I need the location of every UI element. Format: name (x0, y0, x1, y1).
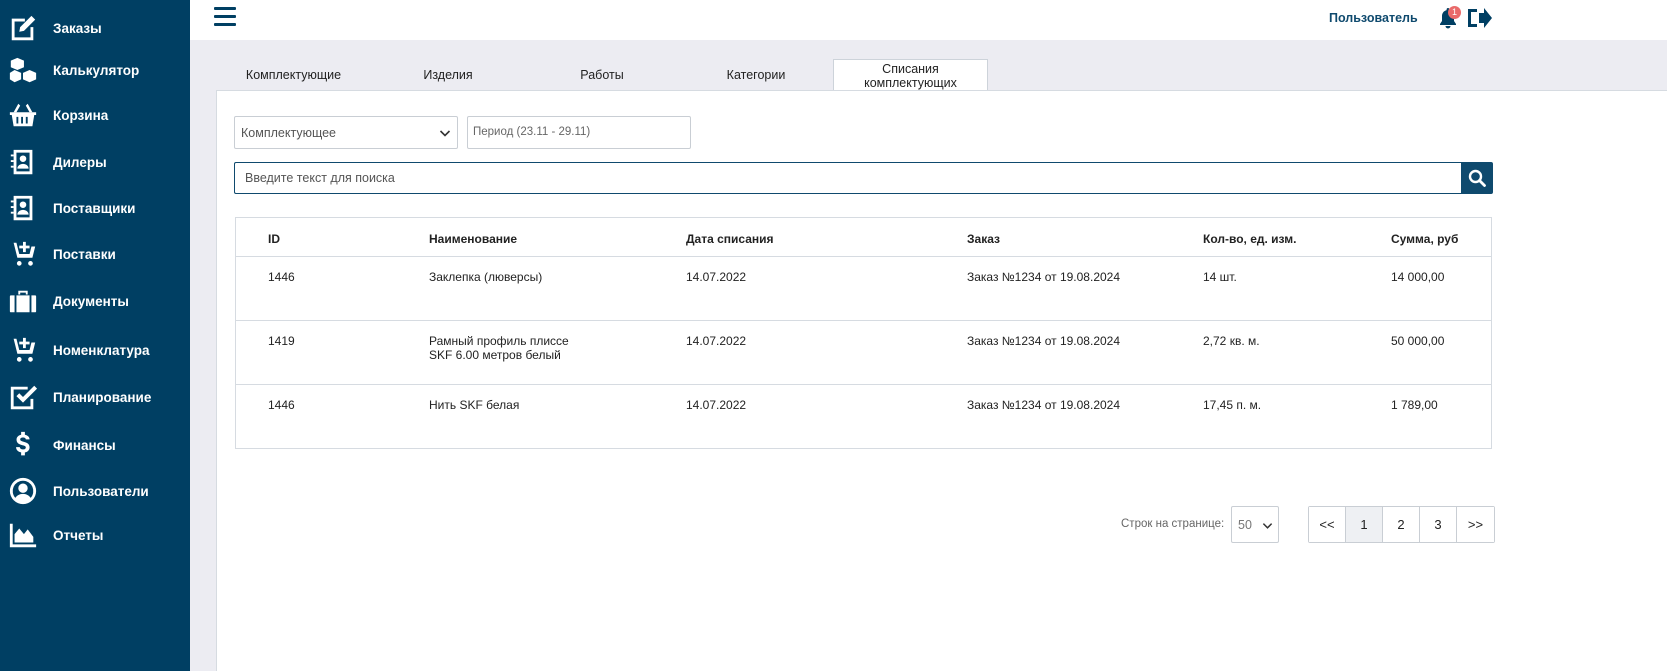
page-first-button[interactable]: << (1309, 507, 1346, 542)
sidebar-item-nomenclature[interactable]: Номенклатура (0, 330, 190, 370)
column-header[interactable]: Заказ (967, 232, 1000, 246)
logout-button[interactable] (1466, 6, 1492, 30)
contact-book-icon (7, 192, 39, 224)
sidebar-item-planning[interactable]: Планирование (0, 377, 190, 417)
cell-date: 14.07.2022 (686, 270, 747, 284)
search-input[interactable] (234, 162, 1463, 194)
table-row[interactable]: 1446 Заклепка (люверсы) 14.07.2022 Заказ… (236, 257, 1491, 321)
tab-components[interactable]: Комплектующие (216, 59, 371, 91)
cell-date: 14.07.2022 (686, 334, 747, 348)
component-select[interactable]: Комплектующее (234, 116, 458, 149)
contact-book-icon (7, 146, 39, 178)
sidebar-item-label: Пользователи (53, 483, 149, 499)
user-circle-icon (7, 475, 39, 507)
column-header[interactable]: Дата списания (686, 232, 774, 246)
sidebar-item-suppliers[interactable]: Поставщики (0, 188, 190, 228)
pagination: << 1 2 3 >> (1308, 506, 1495, 543)
cell-name: Рамный профиль плиссе SKF 6.00 метров бе… (429, 334, 569, 362)
column-header[interactable]: Наименование (429, 232, 517, 246)
sidebar-item-users[interactable]: Пользователи (0, 471, 190, 511)
logout-icon (1468, 8, 1492, 28)
suitcase-icon (7, 285, 39, 317)
search-button[interactable] (1461, 162, 1493, 194)
notifications-button[interactable]: 1 (1438, 6, 1461, 31)
sidebar-item-label: Калькулятор (53, 62, 140, 78)
cart-plus-icon (7, 334, 39, 366)
chevron-down-icon (1262, 523, 1273, 529)
dollar-icon (7, 429, 39, 461)
sidebar-item-label: Дилеры (53, 154, 107, 170)
table-row[interactable]: 1419 Рамный профиль плиссе SKF 6.00 метр… (236, 321, 1491, 385)
sidebar-item-label: Корзина (53, 107, 109, 123)
column-header[interactable]: Кол-во, ед. изм. (1203, 232, 1296, 246)
sidebar-item-deliveries[interactable]: Поставки (0, 234, 190, 274)
sidebar-item-finance[interactable]: Финансы (0, 425, 190, 465)
cell-date: 14.07.2022 (686, 398, 747, 412)
sidebar-item-label: Документы (53, 293, 129, 309)
sidebar: Заказы Калькулятор Корзина Дилеры Постав… (0, 0, 190, 671)
cell-order: Заказ №1234 от 19.08.2024 (967, 270, 1121, 284)
cell-id: 1446 (268, 270, 295, 284)
tab-component-writeoffs[interactable]: Списания комплектующих (833, 59, 988, 92)
column-header[interactable]: ID (268, 232, 280, 246)
cell-quantity: 17,45 п. м. (1203, 398, 1262, 412)
component-select-value: Комплектующее (241, 126, 336, 140)
sidebar-item-label: Поставки (53, 246, 116, 262)
tab-categories[interactable]: Категории (679, 59, 833, 91)
tab-products[interactable]: Изделия (371, 59, 525, 91)
sidebar-item-label: Финансы (53, 437, 116, 453)
pencil-square-icon (7, 12, 39, 44)
area-chart-icon (7, 519, 39, 551)
sidebar-item-dealers[interactable]: Дилеры (0, 142, 190, 182)
page-last-button[interactable]: >> (1457, 507, 1494, 542)
cell-name: Заклепка (люверсы) (429, 270, 543, 284)
cell-name: Нить SKF белая (429, 398, 520, 412)
cell-id: 1419 (268, 334, 295, 348)
tab-works[interactable]: Работы (525, 59, 679, 91)
sidebar-item-cart[interactable]: Корзина (0, 95, 190, 135)
sidebar-item-calculator[interactable]: Калькулятор (0, 50, 190, 90)
page-3-button[interactable]: 3 (1420, 507, 1457, 542)
search-icon (1468, 169, 1486, 187)
sidebar-item-orders[interactable]: Заказы (0, 8, 190, 48)
column-header[interactable]: Сумма, руб (1391, 232, 1458, 246)
basket-icon (7, 99, 39, 131)
rows-per-page-select[interactable]: 50 (1231, 506, 1279, 543)
sidebar-item-label: Поставщики (53, 200, 136, 216)
tab-bar: Комплектующие Изделия Работы Категории С… (216, 59, 996, 92)
sidebar-item-label: Планирование (53, 389, 152, 405)
period-input[interactable]: Период (23.11 - 29.11) (467, 116, 691, 149)
cell-id: 1446 (268, 398, 295, 412)
notification-count-badge: 1 (1448, 6, 1461, 19)
sidebar-item-label: Отчеты (53, 527, 104, 543)
writeoffs-table: ID Наименование Дата списания Заказ Кол-… (235, 217, 1492, 449)
cart-plus-icon (7, 238, 39, 270)
cell-sum: 1 789,00 (1391, 398, 1438, 412)
sidebar-item-label: Номенклатура (53, 342, 150, 358)
cell-order: Заказ №1234 от 19.08.2024 (967, 398, 1121, 412)
page-2-button[interactable]: 2 (1383, 507, 1420, 542)
cell-sum: 50 000,00 (1391, 334, 1445, 348)
table-header: ID Наименование Дата списания Заказ Кол-… (236, 218, 1491, 257)
hamburger-menu-icon[interactable] (214, 7, 236, 29)
top-header: Пользователь 1 (190, 0, 1667, 40)
cell-quantity: 14 шт. (1203, 270, 1237, 284)
cell-quantity: 2,72 кв. м. (1203, 334, 1260, 348)
table-row[interactable]: 1446 Нить SKF белая 14.07.2022 Заказ №12… (236, 385, 1491, 449)
cubes-icon (7, 54, 39, 86)
page-1-button[interactable]: 1 (1346, 507, 1383, 542)
sidebar-item-reports[interactable]: Отчеты (0, 515, 190, 555)
main-content: Комплектующее Период (23.11 - 29.11) ID … (216, 90, 1667, 671)
rows-per-page-value: 50 (1238, 518, 1252, 532)
user-link[interactable]: Пользователь (1329, 11, 1418, 25)
cell-sum: 14 000,00 (1391, 270, 1445, 284)
sidebar-item-label: Заказы (53, 20, 102, 36)
check-square-icon (7, 381, 39, 413)
cell-order: Заказ №1234 от 19.08.2024 (967, 334, 1121, 348)
chevron-down-icon (439, 130, 451, 137)
sidebar-item-documents[interactable]: Документы (0, 281, 190, 321)
rows-per-page-label: Строк на странице: (1121, 518, 1225, 530)
